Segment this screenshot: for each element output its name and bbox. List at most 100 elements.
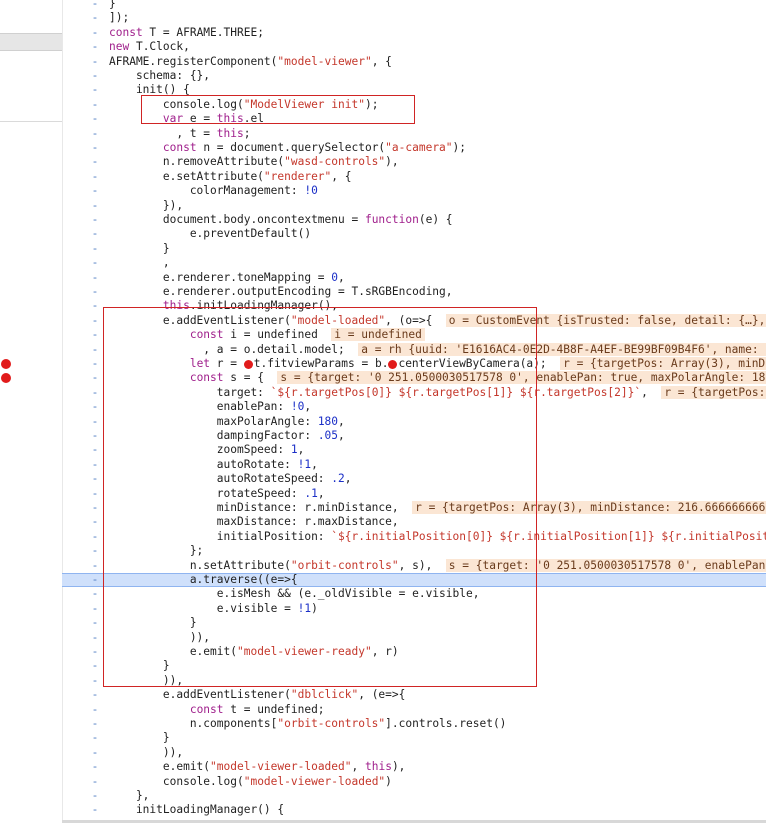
gutter-marker[interactable]: - [91, 674, 99, 688]
code-line[interactable]: - initLoadingManager() { [62, 803, 766, 817]
gutter-marker[interactable]: - [91, 314, 99, 328]
gutter-marker[interactable]: - [91, 184, 99, 198]
gutter-marker[interactable]: - [91, 371, 99, 385]
gutter-marker[interactable]: - [91, 587, 99, 601]
gutter-marker[interactable]: - [91, 602, 99, 616]
gutter-marker[interactable]: - [91, 487, 99, 501]
gutter-marker[interactable]: - [91, 789, 99, 803]
gutter-marker[interactable]: - [91, 688, 99, 702]
code-line[interactable]: - n.setAttribute("orbit-controls", s), s… [62, 558, 766, 573]
gutter-marker[interactable]: - [91, 746, 99, 760]
code-line[interactable]: - a.traverse((e=>{ [62, 573, 766, 588]
gutter-marker[interactable]: - [91, 55, 99, 69]
code-line[interactable]: - autoRotateSpeed: .2, [62, 472, 766, 486]
code-line[interactable]: - AFRAME.registerComponent("model-viewer"… [62, 55, 766, 69]
gutter-marker[interactable]: - [91, 386, 99, 400]
gutter-marker[interactable]: - [91, 299, 99, 313]
gutter-marker[interactable]: - [91, 429, 99, 443]
gutter-marker[interactable]: - [91, 242, 99, 256]
gutter-marker[interactable]: - [91, 98, 99, 112]
gutter-marker[interactable]: - [91, 803, 99, 817]
gutter-marker[interactable]: - [91, 256, 99, 270]
gutter-marker[interactable]: - [91, 213, 99, 227]
code-line[interactable]: - document.body.oncontextmenu = function… [62, 213, 766, 227]
gutter-marker[interactable]: - [91, 343, 99, 357]
code-line[interactable]: - let r = t.fitviewParams = b. centerView… [62, 357, 766, 371]
gutter-marker[interactable]: - [91, 760, 99, 774]
code-line[interactable]: - this.initLoadingManager(), [62, 299, 766, 313]
gutter-marker[interactable]: - [91, 731, 99, 745]
code-line[interactable]: - } [62, 616, 766, 630]
gutter-marker[interactable]: - [91, 112, 99, 126]
gutter-marker[interactable]: - [91, 400, 99, 414]
gutter-marker[interactable]: - [91, 415, 99, 429]
gutter-marker[interactable]: - [91, 703, 99, 717]
gutter-marker[interactable]: - [91, 530, 99, 544]
code-line[interactable]: - const s = { s = {target: '0 251.050003… [62, 371, 766, 385]
gutter-marker[interactable]: - [91, 227, 99, 241]
gutter-marker[interactable]: - [91, 285, 99, 299]
gutter-marker[interactable]: - [91, 501, 99, 515]
gutter-marker[interactable]: - [91, 83, 99, 97]
code-line[interactable]: - maxPolarAngle: 180, [62, 415, 766, 429]
code-line[interactable]: - } [62, 659, 766, 673]
code-line[interactable]: - e.renderer.outputEncoding = T.sRGBEnco… [62, 285, 766, 299]
code-line[interactable]: - )), [62, 674, 766, 688]
gutter-marker[interactable]: - [91, 127, 99, 141]
code-line[interactable]: - )), [62, 631, 766, 645]
code-line[interactable]: - new T.Clock, [62, 40, 766, 54]
code-line[interactable]: - console.log("model-viewer-loaded") [62, 775, 766, 789]
code-line[interactable]: - e.setAttribute("renderer", { [62, 170, 766, 184]
code-line[interactable]: - autoRotate: !1, [62, 458, 766, 472]
gutter-marker[interactable]: - [91, 443, 99, 457]
code-line[interactable]: -]); [62, 11, 766, 25]
code-line[interactable]: - target: `${r.targetPos[0]} ${r.targetP… [62, 385, 766, 400]
gutter-marker[interactable]: - [91, 472, 99, 486]
gutter-marker[interactable]: - [91, 11, 99, 25]
code-line[interactable]: - e.preventDefault() [62, 227, 766, 241]
gutter-marker[interactable]: - [91, 26, 99, 40]
code-line[interactable]: - const T = AFRAME.THREE; [62, 26, 766, 40]
code-line[interactable]: - n.removeAttribute("wasd-controls"), [62, 155, 766, 169]
code-line[interactable]: - e.emit("model-viewer-ready", r) [62, 645, 766, 659]
gutter-marker[interactable]: - [91, 199, 99, 213]
gutter-marker[interactable]: - [91, 559, 99, 573]
code-line[interactable]: - zoomSpeed: 1, [62, 443, 766, 457]
code-line[interactable]: - dampingFactor: .05, [62, 429, 766, 443]
code-line[interactable]: - const i = undefined i = undefined [62, 328, 766, 342]
code-line[interactable]: - e.addEventListener("dblclick", (e=>{ [62, 688, 766, 702]
code-line[interactable]: - const t = undefined; [62, 703, 766, 717]
code-line[interactable]: - } [62, 731, 766, 745]
gutter-marker[interactable]: - [91, 544, 99, 558]
gutter-marker[interactable]: - [91, 141, 99, 155]
code-editor[interactable]: -} -]); - const T = AFRAME.THREE; - new T.Clo… [62, 0, 766, 823]
gutter-marker[interactable]: - [91, 573, 99, 586]
code-line[interactable]: - , a = o.detail.model; a = rh {uuid: 'E… [62, 342, 766, 357]
code-line[interactable]: - enablePan: !0, [62, 400, 766, 414]
code-line[interactable]: - schema: {}, [62, 69, 766, 83]
code-line[interactable]: - }; [62, 544, 766, 558]
gutter-marker[interactable]: - [91, 328, 99, 342]
code-line[interactable]: - e.emit("model-viewer-loaded", this), [62, 760, 766, 774]
gutter-marker[interactable]: - [91, 69, 99, 83]
code-line[interactable]: - console.log("ModelViewer init"); [62, 98, 766, 112]
code-line[interactable]: - rotateSpeed: .1, [62, 487, 766, 501]
gutter-marker[interactable]: - [91, 0, 99, 11]
code-line[interactable]: - const n = document.querySelector("a-ca… [62, 141, 766, 155]
gutter-marker[interactable]: - [91, 659, 99, 673]
code-line[interactable]: - , [62, 256, 766, 270]
code-line[interactable]: - }, [62, 789, 766, 803]
code-line[interactable]: -} [62, 0, 766, 11]
breakpoint-icon[interactable] [1, 373, 11, 384]
gutter-marker[interactable]: - [91, 645, 99, 659]
gutter-marker[interactable]: - [91, 357, 99, 371]
code-line[interactable]: - e.isMesh && (e._oldVisible = e.visible… [62, 587, 766, 601]
code-line[interactable]: - }), [62, 199, 766, 213]
gutter-marker[interactable]: - [91, 155, 99, 169]
code-line[interactable]: - } [62, 242, 766, 256]
code-line[interactable]: - var e = this.el [62, 112, 766, 126]
gutter-marker[interactable]: - [91, 775, 99, 789]
gutter-marker[interactable]: - [91, 616, 99, 630]
panel-selected-row[interactable] [0, 33, 62, 51]
code-line[interactable]: - e.addEventListener("model-loaded", (o=… [62, 313, 766, 328]
